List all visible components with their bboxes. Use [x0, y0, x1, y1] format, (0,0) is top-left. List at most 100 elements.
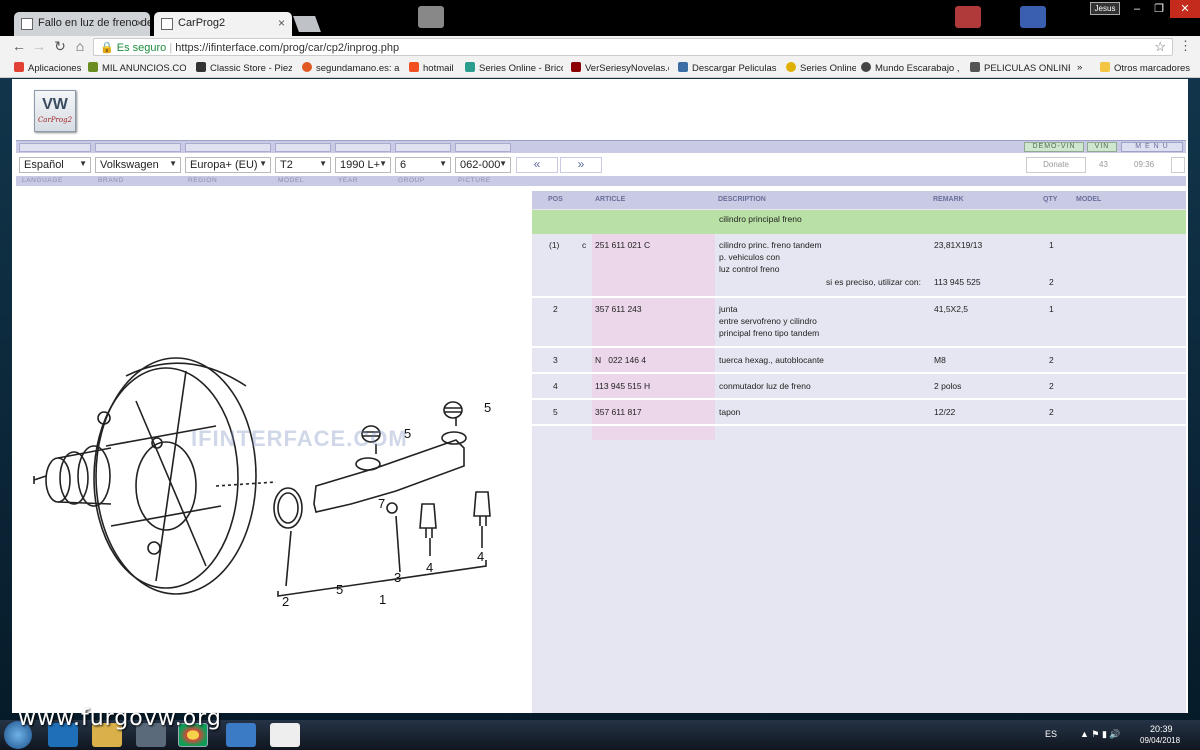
table-row[interactable]: 5 357 611 817 tapon 12/22 2: [532, 402, 1186, 426]
cell-description-1: tuerca hexag., autoblocante: [719, 355, 824, 365]
label-year: YEAR: [338, 177, 359, 184]
close-window-icon[interactable]: ✕: [1170, 0, 1200, 18]
cell-note-article: 113 945 525: [934, 277, 981, 287]
bookmark-item[interactable]: Aplicaciones: [14, 62, 81, 74]
cell-qty: 1: [1049, 240, 1054, 250]
tray-date[interactable]: 09/04/2018: [1140, 736, 1180, 745]
brake-switch: [473, 491, 491, 517]
bookmark-label: PELICULAS ONLINE N: [984, 63, 1070, 74]
counter-text: 43: [1099, 160, 1108, 169]
next-picture-button[interactable]: »: [560, 157, 602, 173]
watermark: IFINTERFACE.COM: [191, 426, 408, 451]
back-icon[interactable]: ←: [10, 38, 28, 54]
bookmark-item[interactable]: PELICULAS ONLINE N: [970, 62, 1070, 74]
bookmark-star-icon[interactable]: ☆: [1154, 39, 1166, 55]
bookmark-label: VerSeriesyNovelas.co: [585, 63, 669, 74]
group-title-row: cilindro principal freno: [532, 210, 1186, 234]
bookmark-item[interactable]: hotmail: [409, 62, 459, 74]
more-bookmarks-button[interactable]: »: [1077, 62, 1091, 73]
cell-description-1: cilindro princ. freno tandem: [719, 240, 822, 250]
callout-4a: 4: [426, 560, 433, 575]
parts-diagram: 5 5 7 2 5 1 3 4 4 IFINTERFACE.COM: [16, 186, 530, 713]
group-select[interactable]: 6 ▼: [395, 157, 451, 173]
cell-article: 251 611 021 C: [595, 240, 651, 250]
home-icon[interactable]: ⌂: [71, 38, 89, 54]
table-row[interactable]: (1) c 251 611 021 C cilindro princ. fren…: [532, 236, 1186, 298]
dropdown-arrow-icon: ▼: [259, 159, 267, 168]
label-language: LANGUAGE: [22, 177, 63, 184]
bookmark-favicon-icon: [302, 62, 312, 72]
region-select[interactable]: Europa+ (EU) ▼: [185, 157, 271, 173]
small-box-button[interactable]: [1171, 157, 1185, 173]
cell-pos: 3: [553, 355, 558, 365]
bookmark-favicon-icon: [88, 62, 98, 72]
cell-pos: 2: [553, 304, 558, 314]
dropdown-arrow-icon: ▼: [379, 159, 387, 168]
table-row[interactable]: 4 113 945 515 H conmutador luz de freno …: [532, 376, 1186, 400]
url-text: https://ifinterface.com/prog/car/cp2/inp…: [175, 42, 400, 54]
reload-icon[interactable]: ↻: [51, 38, 69, 55]
cell-pos: 5: [553, 407, 558, 417]
bookmark-folder[interactable]: Otros marcadores: [1100, 62, 1198, 74]
cell-description-2: entre servofreno y cilindro: [719, 316, 817, 326]
previous-picture-button[interactable]: «: [516, 157, 558, 173]
dropdown-arrow-icon: ▼: [169, 159, 177, 168]
dropdown-arrow-icon: ▼: [79, 159, 87, 168]
group-title: cilindro principal freno: [719, 214, 802, 224]
language-select[interactable]: Español ▼: [19, 157, 91, 173]
carprog-logo[interactable]: VW CarProg2: [34, 90, 76, 132]
new-tab-button[interactable]: [293, 16, 321, 32]
select-value: Volkswagen: [100, 159, 159, 171]
bookmarks-bar: Aplicaciones MIL ANUNCIOS.COM Classic St…: [0, 58, 1200, 78]
close-tab-icon[interactable]: ×: [136, 16, 143, 30]
cell-description-1: conmutador luz de freno: [719, 381, 811, 391]
callout-5b: 5: [484, 400, 491, 415]
header-model: MODEL: [1076, 196, 1102, 203]
bookmark-item[interactable]: segundamano.es: anu: [302, 62, 400, 74]
system-tray-icons[interactable]: ▲ ⚑ ▮ 🔊: [1080, 729, 1121, 740]
logo-subtext: CarProg2: [37, 116, 73, 124]
bookmark-item[interactable]: VerSeriesyNovelas.co: [571, 62, 669, 74]
demo-vin-button[interactable]: DEMO-VIN: [1024, 142, 1084, 152]
chrome-menu-icon[interactable]: ⋮: [1179, 38, 1192, 54]
tab-fallo[interactable]: Fallo en luz de freno de • ×: [14, 12, 150, 36]
cell-qty: 2: [1049, 355, 1054, 365]
picture-select[interactable]: 062-000 ▼: [455, 157, 511, 173]
app-m-icon[interactable]: [270, 723, 300, 747]
header-slot: [395, 143, 451, 152]
table-row[interactable]: 2 357 611 243 junta entre servofreno y c…: [532, 300, 1186, 348]
header-bar: DEMO-VIN VIN M E N U: [16, 140, 1186, 153]
tray-time[interactable]: 20:39: [1150, 724, 1173, 734]
bookmark-item[interactable]: Descargar Peliculas G: [678, 62, 778, 74]
menu-button[interactable]: M E N U: [1121, 142, 1183, 152]
bookmark-item[interactable]: Mundo Escarabajo , S: [861, 62, 961, 74]
forum-watermark: www.furgovw.org: [18, 706, 222, 731]
vin-button[interactable]: VIN: [1087, 142, 1117, 152]
address-bar[interactable]: 🔒 Es seguro | https://ifinterface.com/pr…: [93, 38, 1173, 56]
bookmark-item[interactable]: Classic Store - Piezas: [196, 62, 292, 74]
minimize-icon[interactable]: –: [1126, 0, 1148, 18]
cell-description-3: principal freno tipo tandem: [719, 328, 820, 338]
donate-button[interactable]: Donate: [1026, 157, 1086, 173]
app-a-icon[interactable]: [226, 723, 256, 747]
table-row[interactable]: 3 N 022 146 4 tuerca hexag., autoblocant…: [532, 350, 1186, 374]
desktop-icon: [1020, 6, 1046, 28]
bookmark-label: Series Online - Brico: [479, 63, 563, 74]
language-indicator[interactable]: ES: [1045, 729, 1057, 739]
browser-titlebar: Fallo en luz de freno de • × CarProg2 × …: [0, 0, 1200, 36]
select-value: Español: [24, 159, 64, 171]
bookmark-item[interactable]: MIL ANUNCIOS.COM: [88, 62, 186, 74]
forward-icon[interactable]: →: [30, 38, 48, 54]
brake-switch: [419, 503, 437, 529]
maximize-icon[interactable]: ❐: [1148, 0, 1170, 18]
brand-select[interactable]: Volkswagen ▼: [95, 157, 181, 173]
model-select[interactable]: T2 ▼: [275, 157, 331, 173]
cell-remark: 12/22: [934, 407, 956, 417]
bookmark-item[interactable]: Series Online - Brico: [465, 62, 563, 74]
bookmark-item[interactable]: Series Online: [786, 62, 856, 74]
year-select[interactable]: 1990 L+ ▼: [335, 157, 391, 173]
desktop-icon: [955, 6, 981, 28]
profile-badge[interactable]: Jesus: [1090, 2, 1120, 15]
close-tab-icon[interactable]: ×: [278, 16, 285, 30]
tab-carprog2[interactable]: CarProg2 ×: [154, 12, 292, 36]
